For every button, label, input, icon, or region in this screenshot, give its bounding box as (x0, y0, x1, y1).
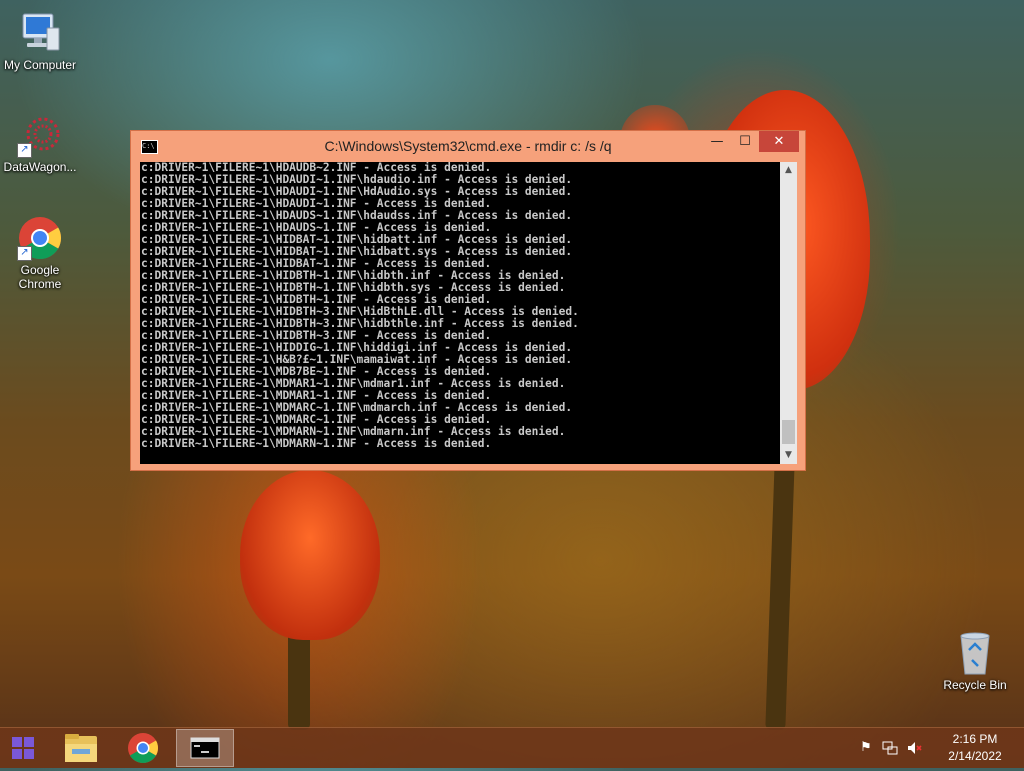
shortcut-arrow-icon: ↗ (17, 246, 32, 261)
desktop-icon-my-computer[interactable]: My Computer (0, 10, 80, 72)
maximize-button[interactable]: ☐ (731, 131, 759, 152)
window-titlebar[interactable]: C:\ C:\Windows\System32\cmd.exe - rmdir … (131, 131, 805, 161)
clock-time: 2:16 PM (952, 732, 998, 746)
taskbar-file-explorer[interactable] (52, 729, 110, 767)
desktop-icon-label: Recycle Bin (943, 678, 1007, 692)
close-button[interactable]: ✕ (759, 131, 799, 152)
desktop-icon-label: Google Chrome (18, 263, 62, 291)
console-line: c:DRIVER~1\FILERE~1\MDMARN~1.INF - Acces… (141, 437, 492, 450)
desktop-icon-datawagon[interactable]: ↗ DataWagon... (0, 112, 80, 174)
cmd-icon (190, 737, 220, 759)
clock-date: 2/14/2022 (948, 749, 1002, 763)
vertical-scrollbar[interactable]: ▲ ▼ (780, 162, 797, 464)
chrome-icon (128, 733, 159, 764)
computer-icon (17, 10, 63, 56)
start-button[interactable] (0, 728, 48, 768)
desktop-icon-google-chrome[interactable]: ↗ Google Chrome (0, 215, 80, 291)
desktop-icon-label: My Computer (3, 58, 77, 72)
system-tray: ⚑ 2:16 PM 2/14/2022 (854, 728, 1024, 768)
taskbar: ⚑ 2:16 PM 2/14/2022 (0, 727, 1024, 768)
network-icon[interactable] (882, 740, 898, 756)
cmd-window[interactable]: C:\ C:\Windows\System32\cmd.exe - rmdir … (130, 130, 806, 471)
datawagon-icon: ↗ (17, 112, 63, 158)
shortcut-arrow-icon: ↗ (17, 143, 32, 158)
scroll-thumb[interactable] (782, 420, 795, 444)
scroll-up-arrow-icon[interactable]: ▲ (780, 162, 797, 179)
folder-icon (65, 734, 97, 762)
wallpaper-flower-left (240, 470, 380, 640)
taskbar-google-chrome[interactable] (114, 729, 172, 767)
console-output[interactable]: c:DRIVER~1\FILERE~1\HDAUDB~2.INF - Acces… (140, 162, 780, 464)
volume-muted-icon[interactable] (906, 740, 922, 756)
action-center-flag-icon[interactable]: ⚑ (858, 740, 874, 756)
scroll-down-arrow-icon[interactable]: ▼ (780, 447, 797, 464)
wallpaper-stem-right (765, 459, 795, 731)
taskbar-cmd[interactable] (176, 729, 234, 767)
desktop-icon-recycle-bin[interactable]: Recycle Bin (935, 630, 1015, 692)
taskbar-clock[interactable]: 2:16 PM 2/14/2022 (940, 731, 1010, 765)
chrome-icon: ↗ (17, 215, 63, 261)
minimize-button[interactable]: — (703, 131, 731, 152)
recycle-bin-icon (952, 630, 998, 676)
desktop-icon-label: DataWagon... (3, 160, 77, 174)
